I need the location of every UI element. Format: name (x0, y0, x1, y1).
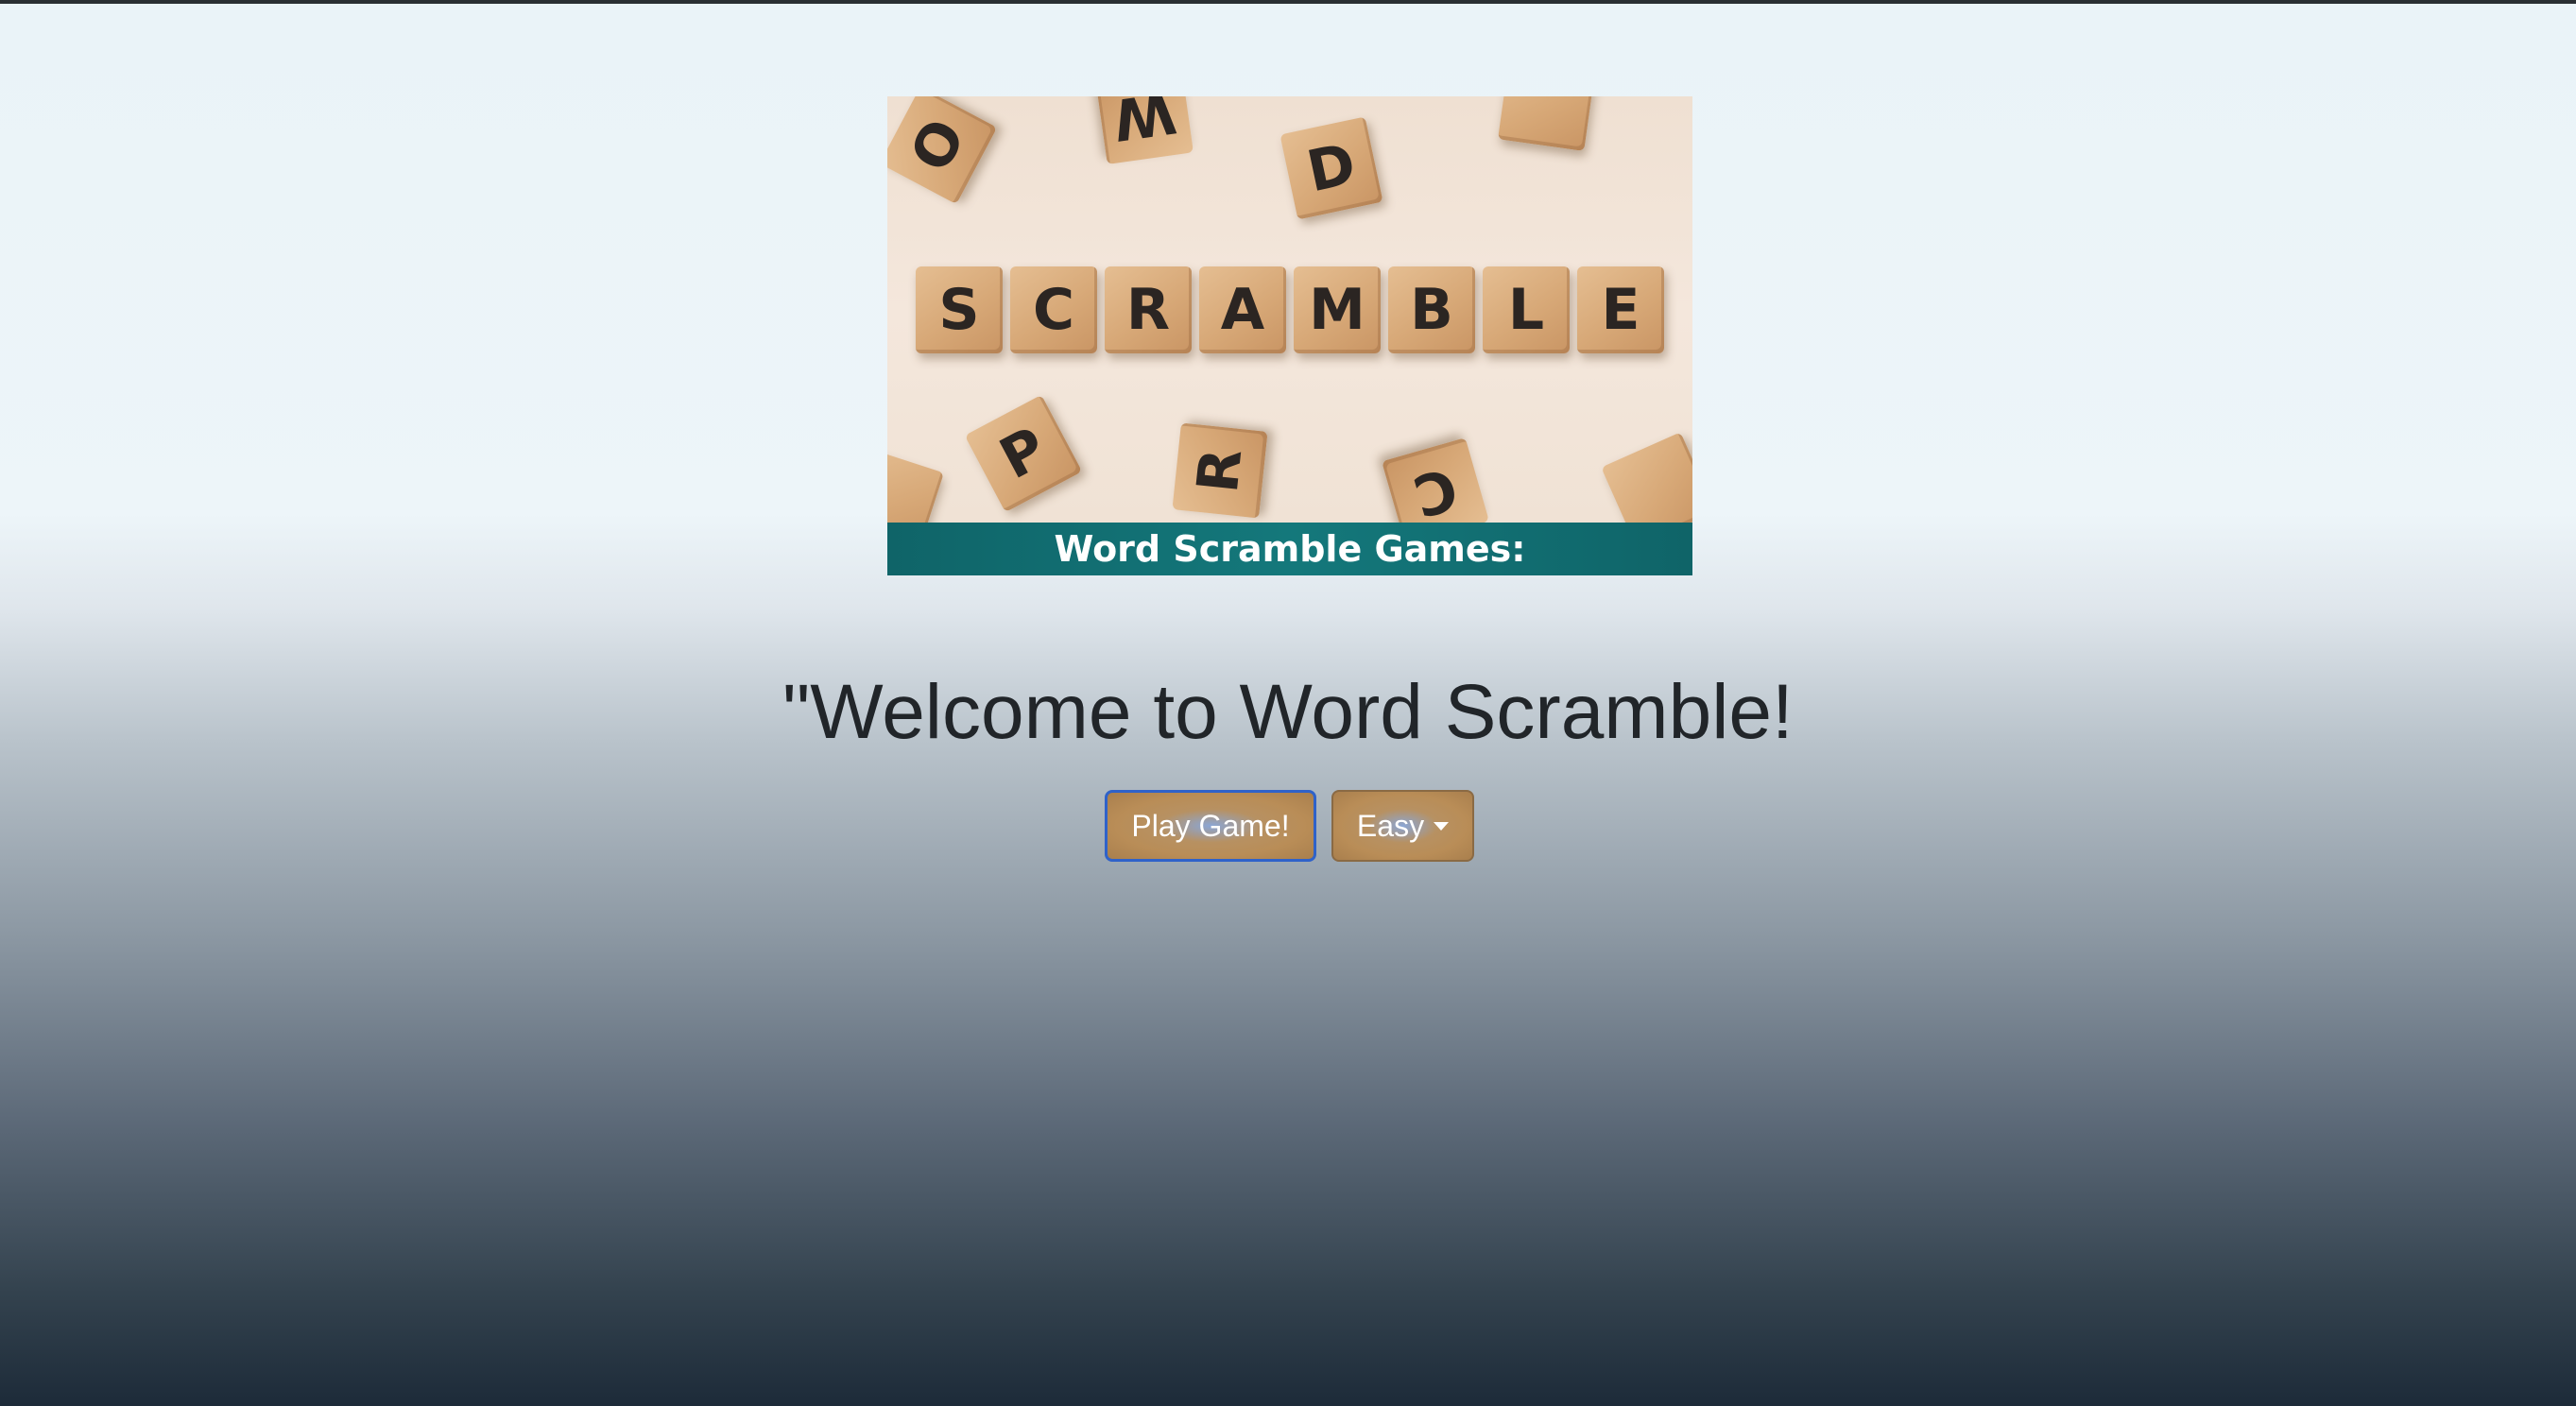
caret-down-icon (1434, 821, 1450, 831)
difficulty-dropdown-button[interactable]: Easy (1331, 790, 1474, 862)
letter-tile: D (1279, 116, 1383, 220)
scramble-tile: B (1388, 266, 1475, 353)
letter-tile: O (887, 96, 998, 205)
scramble-tile: C (1010, 266, 1097, 353)
play-game-label: Play Game! (1131, 808, 1290, 843)
page-background: O W D P R C S C R A M B L E Word Scrambl… (0, 0, 2576, 1406)
scramble-tile: A (1199, 266, 1286, 353)
welcome-heading: "Welcome to Word Scramble! (782, 669, 1794, 755)
difficulty-label: Easy (1356, 808, 1425, 843)
scramble-tile: M (1294, 266, 1381, 353)
letter-tile (1498, 96, 1596, 151)
scramble-tile: S (916, 266, 1003, 353)
play-game-button[interactable]: Play Game! (1105, 790, 1316, 862)
letter-tile: P (964, 394, 1083, 513)
letter-tile: R (1172, 422, 1268, 519)
scramble-tile: E (1577, 266, 1664, 353)
scramble-tile: L (1483, 266, 1570, 353)
word-scramble-banner-image: O W D P R C S C R A M B L E Word Scrambl… (887, 96, 1692, 575)
banner-caption: Word Scramble Games: (887, 523, 1692, 575)
scramble-tile: R (1105, 266, 1192, 353)
letter-tile: W (1095, 96, 1194, 164)
